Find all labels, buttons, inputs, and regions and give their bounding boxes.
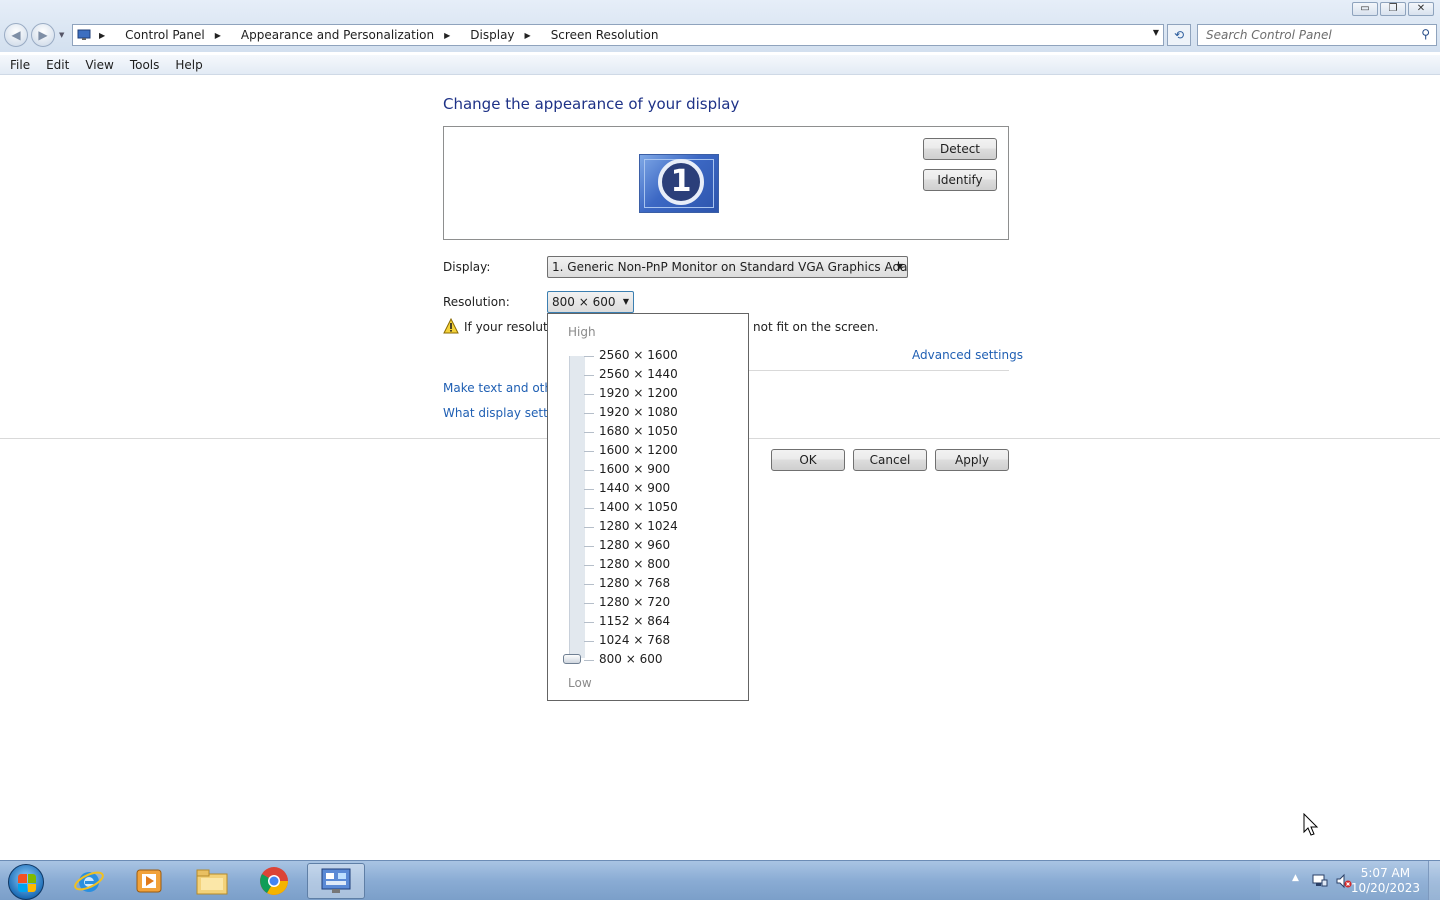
mouse-cursor-icon — [1303, 813, 1319, 836]
menu-view[interactable]: View — [85, 58, 113, 72]
resolution-option[interactable]: 1600 × 900 — [584, 461, 678, 480]
resolution-option[interactable]: 1280 × 768 — [584, 575, 678, 594]
media-player-icon[interactable] — [120, 863, 178, 899]
resolution-slider-track[interactable] — [569, 356, 585, 658]
windows-logo-icon — [18, 874, 36, 892]
address-bar[interactable]: ▶ Control Panel ▶ Appearance and Persona… — [72, 24, 1164, 46]
back-arrow-icon: ◀ — [11, 28, 21, 42]
resolution-option[interactable]: 1400 × 1050 — [584, 499, 678, 518]
resolution-option[interactable]: 1600 × 1200 — [584, 442, 678, 461]
breadcrumb-separator[interactable]: ▶ — [444, 31, 460, 40]
resolution-option[interactable]: 1440 × 900 — [584, 480, 678, 499]
taskbar: ▲ 5:07 AM 10/20/2023 — [0, 860, 1440, 900]
resolution-option[interactable]: 1024 × 768 — [584, 632, 678, 651]
clock-date: 10/20/2023 — [1350, 881, 1420, 895]
resolution-option[interactable]: 1280 × 720 — [584, 594, 678, 613]
back-button[interactable]: ◀ — [4, 23, 28, 47]
refresh-button[interactable]: ⟲ — [1167, 24, 1191, 46]
page-title: Change the appearance of your display — [443, 95, 740, 113]
chrome-icon[interactable] — [245, 863, 303, 899]
advanced-settings-link[interactable]: Advanced settings — [912, 348, 1023, 362]
slider-low-label: Low — [568, 676, 592, 690]
show-desktop-button[interactable] — [1428, 861, 1440, 900]
breadcrumb-screen-resolution[interactable]: Screen Resolution — [551, 28, 659, 42]
resolution-option[interactable]: 2560 × 1440 — [584, 366, 678, 385]
forward-button[interactable]: ▶ — [31, 23, 55, 47]
breadcrumb-display[interactable]: Display — [470, 28, 514, 42]
menu-tools[interactable]: Tools — [130, 58, 160, 72]
display-label: Display: — [443, 260, 491, 274]
display-select-value: 1. Generic Non-PnP Monitor on Standard V… — [552, 260, 908, 274]
ok-button[interactable]: OK — [771, 449, 845, 471]
window-controls: ▭ ❐ ✕ — [1352, 2, 1434, 16]
resolution-option[interactable]: 800 × 600 — [584, 651, 678, 670]
resolution-slider-thumb[interactable] — [563, 654, 581, 664]
menu-file[interactable]: File — [10, 58, 30, 72]
volume-muted-icon[interactable] — [1336, 873, 1352, 889]
breadcrumb-separator[interactable]: ▶ — [215, 31, 231, 40]
control-panel-icon — [77, 29, 91, 40]
warning-text-start: If your resolutio — [464, 320, 559, 334]
resolution-option[interactable]: 1280 × 1024 — [584, 518, 678, 537]
forward-arrow-icon: ▶ — [38, 28, 48, 42]
internet-explorer-icon[interactable] — [60, 863, 118, 899]
resolution-option[interactable]: 2560 × 1600 — [584, 347, 678, 366]
resolution-options-list: 2560 × 1600 2560 × 1440 1920 × 1200 1920 × … — [584, 347, 678, 670]
window-titlebar: ▭ ❐ ✕ ◀ ▶ ▼ ▶ Control Panel ▶ Appearance… — [0, 0, 1440, 52]
detect-button[interactable]: Detect — [923, 138, 997, 160]
apply-button[interactable]: Apply — [935, 449, 1009, 471]
search-icon[interactable]: ⚲ — [1421, 27, 1430, 41]
resolution-select[interactable]: 800 × 600 ▼ — [547, 291, 634, 313]
system-tray: ▲ 5:07 AM 10/20/2023 — [1260, 861, 1440, 900]
breadcrumb-appearance[interactable]: Appearance and Personalization — [241, 28, 434, 42]
resolution-option[interactable]: 1920 × 1200 — [584, 385, 678, 404]
monitor-1-icon[interactable]: 1 — [639, 154, 719, 213]
file-explorer-icon[interactable] — [183, 863, 241, 899]
system-clock[interactable]: 5:07 AM 10/20/2023 — [1351, 866, 1420, 896]
search-input[interactable] — [1198, 25, 1408, 45]
network-icon[interactable] — [1312, 873, 1328, 889]
restore-button[interactable]: ❐ — [1380, 2, 1406, 16]
close-button[interactable]: ✕ — [1408, 2, 1434, 16]
resolution-option[interactable]: 1920 × 1080 — [584, 404, 678, 423]
cancel-button[interactable]: Cancel — [853, 449, 927, 471]
monitor-preview-area: 1 Detect Identify — [443, 126, 1009, 240]
show-hidden-icons-icon[interactable]: ▲ — [1292, 873, 1299, 883]
recent-pages-icon[interactable]: ▼ — [59, 31, 64, 39]
menu-help[interactable]: Help — [175, 58, 202, 72]
warning-icon — [443, 318, 459, 334]
resolution-select-value: 800 × 600 — [552, 295, 616, 309]
address-dropdown-icon[interactable]: ▼ — [1153, 28, 1159, 37]
identify-button[interactable]: Identify — [923, 169, 997, 191]
refresh-icon: ⟲ — [1173, 28, 1185, 42]
display-select[interactable]: 1. Generic Non-PnP Monitor on Standard V… — [547, 256, 908, 278]
resolution-label: Resolution: — [443, 295, 510, 309]
control-panel-taskbar-icon[interactable] — [307, 863, 365, 899]
divider — [749, 370, 1009, 371]
resolution-option[interactable]: 1280 × 800 — [584, 556, 678, 575]
menu-edit[interactable]: Edit — [46, 58, 69, 72]
breadcrumb-separator[interactable]: ▶ — [99, 31, 115, 40]
resolution-option[interactable]: 1680 × 1050 — [584, 423, 678, 442]
clock-time: 5:07 AM — [1360, 866, 1411, 880]
resolution-option[interactable]: 1280 × 960 — [584, 537, 678, 556]
warning-text-end: not fit on the screen. — [753, 320, 879, 334]
resolution-option[interactable]: 1152 × 864 — [584, 613, 678, 632]
chevron-down-icon: ▼ — [896, 262, 903, 271]
chevron-down-icon: ▼ — [622, 297, 629, 306]
slider-high-label: High — [568, 325, 596, 339]
breadcrumb-control-panel[interactable]: Control Panel — [125, 28, 205, 42]
menu-bar: File Edit View Tools Help — [0, 55, 1440, 75]
minimize-button[interactable]: ▭ — [1352, 2, 1378, 16]
resolution-dropdown: High 2560 × 1600 2560 × 1440 1920 × 1200 19… — [547, 313, 749, 701]
breadcrumb-separator[interactable]: ▶ — [525, 31, 541, 40]
search-box[interactable]: ⚲ — [1197, 24, 1437, 46]
monitor-number: 1 — [658, 159, 704, 205]
start-button[interactable] — [8, 864, 44, 900]
